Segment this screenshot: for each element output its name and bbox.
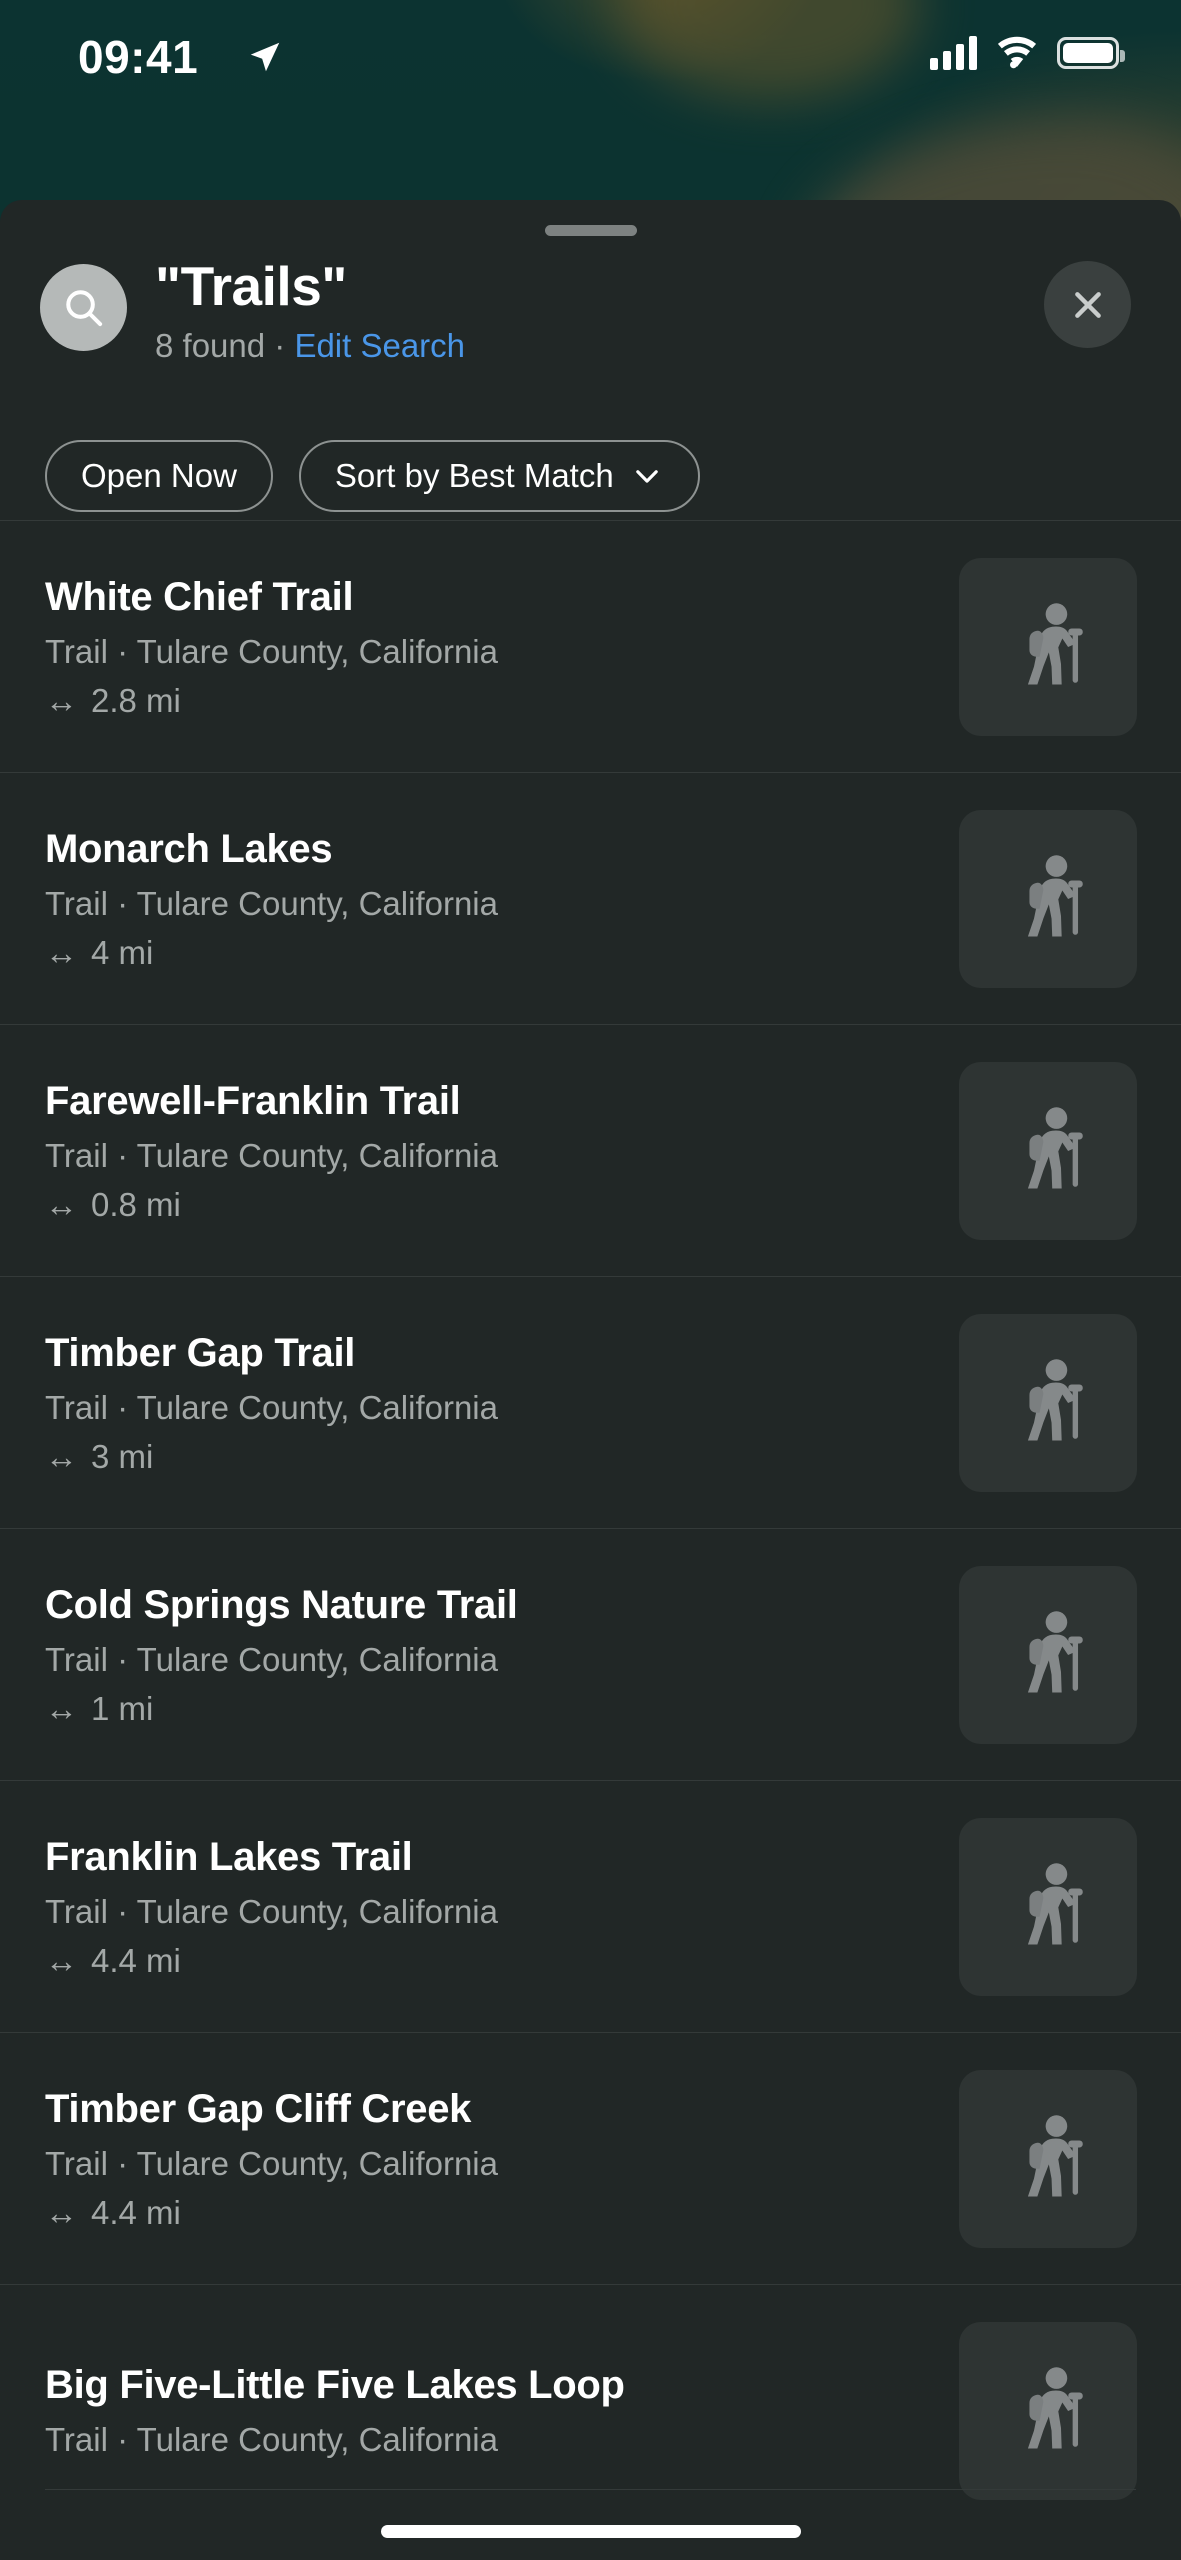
result-thumbnail [959,809,1137,988]
result-row-text: Timber Gap Cliff Creek Trail · Tulare Cou… [45,2084,959,2233]
result-row[interactable]: White Chief Trail Trail · Tulare County, … [0,520,1181,772]
result-row[interactable]: Cold Springs Nature Trail Trail · Tulare … [0,1528,1181,1780]
close-button[interactable] [1044,261,1131,348]
status-bar: 09:41 [0,0,1181,120]
result-subtitle: Trail · Tulare County, California [45,2145,498,2183]
result-distance-value: 2.8 mi [91,682,181,720]
sheet-title-block: "Trails" 8 found · Edit Search [155,255,465,365]
location-arrow-icon [250,42,280,72]
result-distance: ↔ 2.8 mi [45,681,959,721]
result-subtitle: Trail · Tulare County, California [45,1389,498,1427]
distance-arrows-icon: ↔ [45,1690,78,1728]
search-results-sheet: "Trails" 8 found · Edit Search Open Now S… [0,200,1181,2560]
distance-arrows-icon: ↔ [45,1438,78,1476]
result-title: Cold Springs Nature Trail [45,1583,518,1628]
result-subtitle: Trail · Tulare County, California [45,1137,498,1175]
close-icon [1074,291,1101,318]
result-title: White Chief Trail [45,575,354,620]
result-distance: ↔ 4.4 mi [45,1941,959,1981]
distance-arrows-icon: ↔ [45,682,78,720]
home-indicator[interactable] [380,2525,801,2538]
result-distance-value: 3 mi [91,1438,154,1476]
wifi-icon [997,36,1037,69]
result-thumbnail [959,1565,1137,1744]
result-thumbnail [959,2069,1137,2248]
distance-arrows-icon: ↔ [45,1942,78,1980]
result-row[interactable]: Timber Gap Cliff Creek Trail · Tulare Cou… [0,2032,1181,2284]
result-distance: ↔ 4 mi [45,933,959,973]
hiker-icon [1027,602,1083,684]
result-distance-value: 4.4 mi [91,1942,181,1980]
result-row-text: Farewell-Franklin Trail Trail · Tulare Co… [45,1076,959,1225]
page-title: "Trails" [155,255,347,317]
hiker-icon [1027,1106,1083,1188]
result-title: Big Five-Little Five Lakes Loop [45,2363,625,2408]
chevron-down-icon [635,470,658,483]
hiker-icon [1027,2366,1083,2448]
result-distance: ↔ 1 mi [45,1689,959,1729]
result-row-text: Timber Gap Trail Trail · Tulare County, C… [45,1328,959,1477]
distance-arrows-icon: ↔ [45,1186,78,1224]
result-subtitle: Trail · Tulare County, California [45,1893,498,1931]
result-row[interactable]: Farewell-Franklin Trail Trail · Tulare Co… [0,1024,1181,1276]
result-row[interactable]: Franklin Lakes Trail Trail · Tulare Count… [0,1780,1181,2032]
distance-arrows-icon: ↔ [45,934,78,972]
result-subtitle: Trail · Tulare County, California [45,885,498,923]
result-distance-value: 1 mi [91,1690,154,1728]
result-subtitle: Trail · Tulare County, California [45,2421,498,2459]
search-icon [40,264,127,351]
hiker-icon [1027,1862,1083,1944]
status-bar-time: 09:41 [78,31,199,83]
found-count: 8 found [155,326,266,364]
result-row[interactable]: Big Five-Little Five Lakes Loop Trail · T… [0,2284,1181,2536]
list-bottom-divider [45,2488,1136,2490]
result-distance: ↔ 4.4 mi [45,2193,959,2233]
cellular-signal-icon [930,36,977,70]
result-distance-value: 4 mi [91,934,154,972]
filter-chip[interactable]: Sort by Best Match [298,440,700,512]
result-title: Farewell-Franklin Trail [45,1079,461,1124]
filter-chip-label: Sort by Best Match [334,457,614,494]
hiker-icon [1027,1610,1083,1692]
distance-arrows-icon: ↔ [45,2194,78,2232]
result-meta: 8 found · Edit Search [155,327,465,365]
result-thumbnail [959,1817,1137,1996]
result-row-text: Monarch Lakes Trail · Tulare County, Cali… [45,824,959,973]
result-thumbnail [959,1061,1137,1240]
maps-search-results-screen: 09:41 "Trails" 8 found · Edit Search Ope… [0,0,1181,2560]
result-title: Monarch Lakes [45,827,333,872]
result-subtitle: Trail · Tulare County, California [45,1641,498,1679]
result-row-text: Big Five-Little Five Lakes Loop Trail · T… [45,2360,959,2460]
edit-search-link[interactable]: Edit Search [294,327,465,364]
sheet-drag-handle[interactable] [544,225,637,236]
result-distance: ↔ 0.8 mi [45,1185,959,1225]
filter-chip-bar: Open Now Sort by Best Match [0,440,1181,512]
result-thumbnail [959,1313,1137,1492]
filter-chip[interactable]: Open Now [45,440,273,512]
result-row[interactable]: Monarch Lakes Trail · Tulare County, Cali… [0,772,1181,1024]
result-row-text: Franklin Lakes Trail Trail · Tulare Count… [45,1832,959,1981]
result-row-text: White Chief Trail Trail · Tulare County, … [45,572,959,721]
result-subtitle: Trail · Tulare County, California [45,633,498,671]
result-title: Timber Gap Cliff Creek [45,2087,472,2132]
magnifier-glyph [65,289,102,326]
result-thumbnail [959,2321,1137,2500]
meta-separator: · [265,326,295,364]
result-row-text: Cold Springs Nature Trail Trail · Tulare … [45,1580,959,1729]
battery-full-icon [1057,37,1125,69]
filter-chip-label: Open Now [81,457,237,494]
status-bar-indicators [930,36,1125,70]
result-thumbnail [959,557,1137,736]
result-distance: ↔ 3 mi [45,1437,959,1477]
result-distance-value: 4.4 mi [91,2194,181,2232]
result-title: Timber Gap Trail [45,1331,356,1376]
hiker-icon [1027,854,1083,936]
result-row[interactable]: Timber Gap Trail Trail · Tulare County, C… [0,1276,1181,1528]
result-distance-value: 0.8 mi [91,1186,181,1224]
result-title: Franklin Lakes Trail [45,1835,413,1880]
hiker-icon [1027,2114,1083,2196]
results-list[interactable]: White Chief Trail Trail · Tulare County, … [0,520,1181,2560]
hiker-icon [1027,1358,1083,1440]
